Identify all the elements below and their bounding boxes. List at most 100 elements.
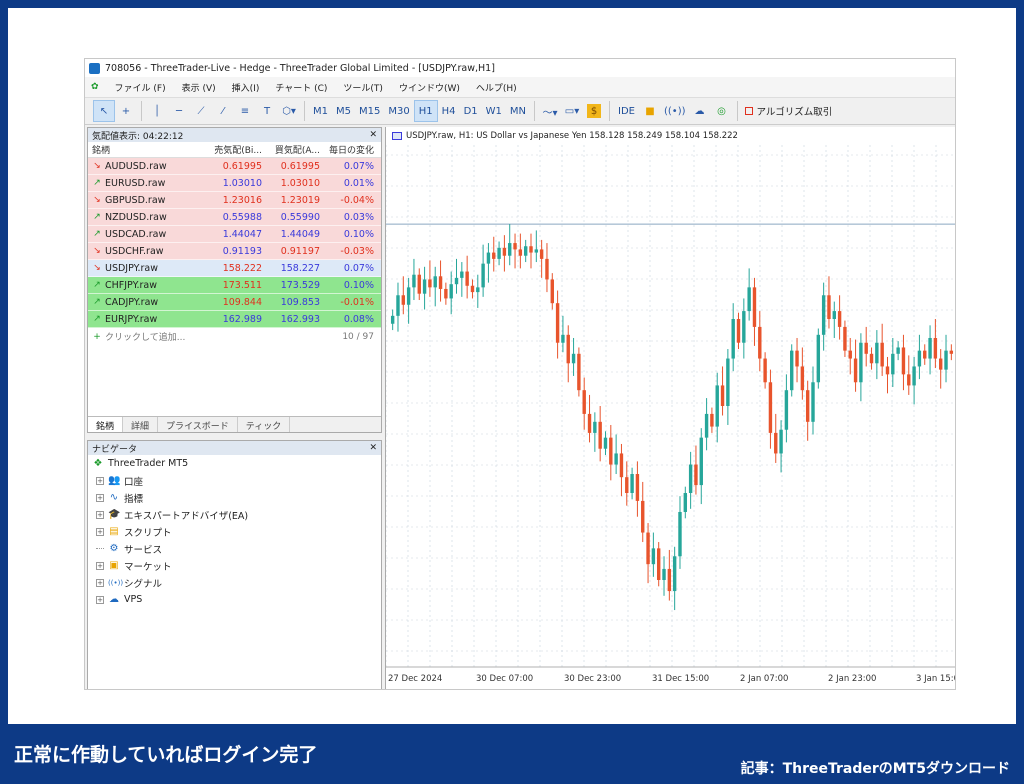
ide-button[interactable]: IDE bbox=[614, 100, 639, 122]
community-icon[interactable]: ◎ bbox=[711, 100, 733, 122]
menu-chart[interactable]: チャート (C) bbox=[267, 81, 335, 94]
expand-icon[interactable]: + bbox=[96, 561, 104, 570]
navigator-item[interactable]: + ☁ VPS bbox=[88, 591, 381, 608]
cursor-icon[interactable]: ↖ bbox=[93, 100, 115, 122]
candle-body bbox=[944, 350, 948, 370]
chart-type-icon[interactable]: 〜▾ bbox=[539, 100, 561, 122]
expand-icon[interactable]: + bbox=[96, 527, 104, 536]
menu-tools[interactable]: ツール(T) bbox=[335, 81, 391, 94]
navigator-item[interactable]: + ((•)) シグナル bbox=[88, 574, 381, 591]
x-tick-label: 2 Jan 23:00 bbox=[828, 674, 876, 684]
table-row[interactable]: ↘ GBPUSD.raw 1.23016 1.23019 -0.04% bbox=[88, 192, 381, 209]
candle-body bbox=[438, 276, 443, 289]
candle-body bbox=[523, 246, 528, 256]
menu-help[interactable]: ヘルプ(H) bbox=[468, 81, 525, 94]
navigator-item[interactable]: + ∿ 指標 bbox=[88, 489, 381, 506]
expand-icon[interactable]: + bbox=[96, 476, 104, 485]
close-icon[interactable]: ✕ bbox=[369, 443, 377, 453]
market-icon: ▣ bbox=[109, 560, 119, 571]
menu-window[interactable]: ウインドウ(W) bbox=[391, 81, 468, 94]
market-bag-icon[interactable]: ■ bbox=[639, 100, 661, 122]
table-row[interactable]: ↗ EURUSD.raw 1.03010 1.03010 0.01% bbox=[88, 175, 381, 192]
navigator-root[interactable]: ❖ ThreeTrader MT5 bbox=[88, 455, 381, 472]
table-row[interactable]: ↗ EURJPY.raw 162.989 162.993 0.08% bbox=[88, 311, 381, 328]
timeframe-m15[interactable]: M15 bbox=[355, 100, 384, 122]
candle-body bbox=[396, 295, 400, 316]
candle-body bbox=[465, 271, 469, 286]
bid-cell: 173.511 bbox=[222, 279, 262, 291]
navigator-item[interactable]: ⚙ サービス bbox=[88, 540, 381, 557]
table-row[interactable]: ↗ CHFJPY.raw 173.511 173.529 0.10% bbox=[88, 277, 381, 294]
candle-body bbox=[923, 350, 927, 359]
table-row[interactable]: ↘ USDJPY.raw 158.222 158.227 0.07% bbox=[88, 260, 381, 277]
vps-cloud-icon[interactable]: ☁ bbox=[689, 100, 711, 122]
algo-stop-icon bbox=[744, 107, 753, 115]
horizontal-line-icon[interactable]: ─ bbox=[168, 100, 190, 122]
expand-icon[interactable]: + bbox=[96, 595, 104, 604]
timeframe-d1[interactable]: D1 bbox=[460, 100, 482, 122]
vertical-line-icon[interactable]: │ bbox=[146, 100, 168, 122]
timeframe-m1[interactable]: M1 bbox=[309, 100, 332, 122]
dollar-icon[interactable]: $ bbox=[587, 104, 602, 118]
chart-canvas[interactable]: 27 Dec 2024 30 Dec 07:00 30 Dec 23:00 31 De… bbox=[386, 127, 956, 690]
table-row[interactable]: ↗ NZDUSD.raw 0.55988 0.55990 0.03% bbox=[88, 209, 381, 226]
candle-body bbox=[683, 493, 688, 512]
navigator-item[interactable]: + 👥 口座 bbox=[88, 472, 381, 489]
menu-view[interactable]: 表示 (V) bbox=[174, 81, 224, 94]
tab-ticks[interactable]: ティック bbox=[238, 417, 291, 432]
chart-window[interactable]: 27 Dec 2024 30 Dec 07:00 30 Dec 23:00 31 De… bbox=[385, 127, 956, 690]
signals-icon[interactable]: ((•)) bbox=[661, 100, 689, 122]
candle-body bbox=[662, 568, 666, 580]
crosshair-icon[interactable]: + bbox=[115, 100, 137, 122]
column-symbol[interactable]: 銘柄 bbox=[88, 143, 204, 156]
template-icon[interactable]: ▭▾ bbox=[561, 100, 583, 122]
timeframe-mn[interactable]: MN bbox=[506, 100, 530, 122]
tab-symbols[interactable]: 銘柄 bbox=[88, 417, 124, 432]
candle-body bbox=[736, 319, 741, 343]
expand-icon[interactable]: + bbox=[96, 493, 104, 502]
table-row[interactable]: ↘ AUDUSD.raw 0.61995 0.61995 0.07% bbox=[88, 158, 381, 175]
symbol-name: AUDUSD.raw bbox=[105, 160, 167, 172]
tab-details[interactable]: 詳細 bbox=[123, 417, 159, 432]
toolbar-divider bbox=[304, 101, 305, 121]
candle-body bbox=[885, 366, 890, 375]
timeframe-w1[interactable]: W1 bbox=[482, 100, 506, 122]
table-row[interactable]: ↗ USDCAD.raw 1.44047 1.44049 0.10% bbox=[88, 226, 381, 243]
timeframe-h4[interactable]: H4 bbox=[438, 100, 460, 122]
column-daily-change[interactable]: 毎日の変化 bbox=[320, 143, 378, 156]
symbol-name: USDCAD.raw bbox=[105, 228, 167, 240]
shapes-icon[interactable]: ⬡▾ bbox=[278, 100, 300, 122]
ask-cell: 0.91197 bbox=[280, 245, 320, 257]
close-icon[interactable]: ✕ bbox=[369, 130, 377, 140]
tab-price-board[interactable]: プライスボード bbox=[158, 417, 238, 432]
expand-icon[interactable]: + bbox=[96, 510, 104, 519]
trendline-icon[interactable]: ⟋ bbox=[190, 100, 212, 122]
timeframe-m30[interactable]: M30 bbox=[384, 100, 413, 122]
fibonacci-icon[interactable]: ≡ bbox=[234, 100, 256, 122]
navigator-item[interactable]: + ▣ マーケット bbox=[88, 557, 381, 574]
navigator-item[interactable]: + ▤ スクリプト bbox=[88, 523, 381, 540]
change-cell: -0.03% bbox=[340, 245, 374, 257]
symbol-name: USDJPY.raw bbox=[105, 262, 159, 274]
add-symbol-row[interactable]: + クリックして追加... 10 / 97 bbox=[88, 328, 381, 345]
candle-body bbox=[561, 334, 565, 343]
channel-icon[interactable]: ⁄ bbox=[212, 100, 234, 122]
expand-icon[interactable]: + bbox=[96, 578, 104, 587]
plus-icon: + bbox=[93, 331, 101, 342]
table-row[interactable]: ↗ CADJPY.raw 109.844 109.853 -0.01% bbox=[88, 294, 381, 311]
text-icon[interactable]: T bbox=[256, 100, 278, 122]
change-cell: -0.04% bbox=[340, 194, 374, 206]
candle-body bbox=[566, 334, 570, 364]
table-row[interactable]: ↘ USDCHF.raw 0.91193 0.91197 -0.03% bbox=[88, 243, 381, 260]
navigator-item[interactable]: + 🎓 エキスパートアドバイザ(EA) bbox=[88, 506, 381, 523]
menu-insert[interactable]: 挿入(I) bbox=[224, 81, 268, 94]
candle-body bbox=[550, 279, 554, 304]
column-ask[interactable]: 買気配(A... bbox=[262, 143, 320, 156]
algo-trading-button[interactable]: アルゴリズム取引 bbox=[742, 100, 836, 122]
column-bid[interactable]: 売気配(Bi... bbox=[204, 143, 262, 156]
menu-file[interactable]: ファイル (F) bbox=[107, 81, 174, 94]
candle-body bbox=[545, 258, 549, 280]
timeframe-h1[interactable]: H1 bbox=[413, 100, 438, 122]
timeframe-m5[interactable]: M5 bbox=[332, 100, 355, 122]
arrow-up-icon: ↗ bbox=[93, 178, 101, 188]
